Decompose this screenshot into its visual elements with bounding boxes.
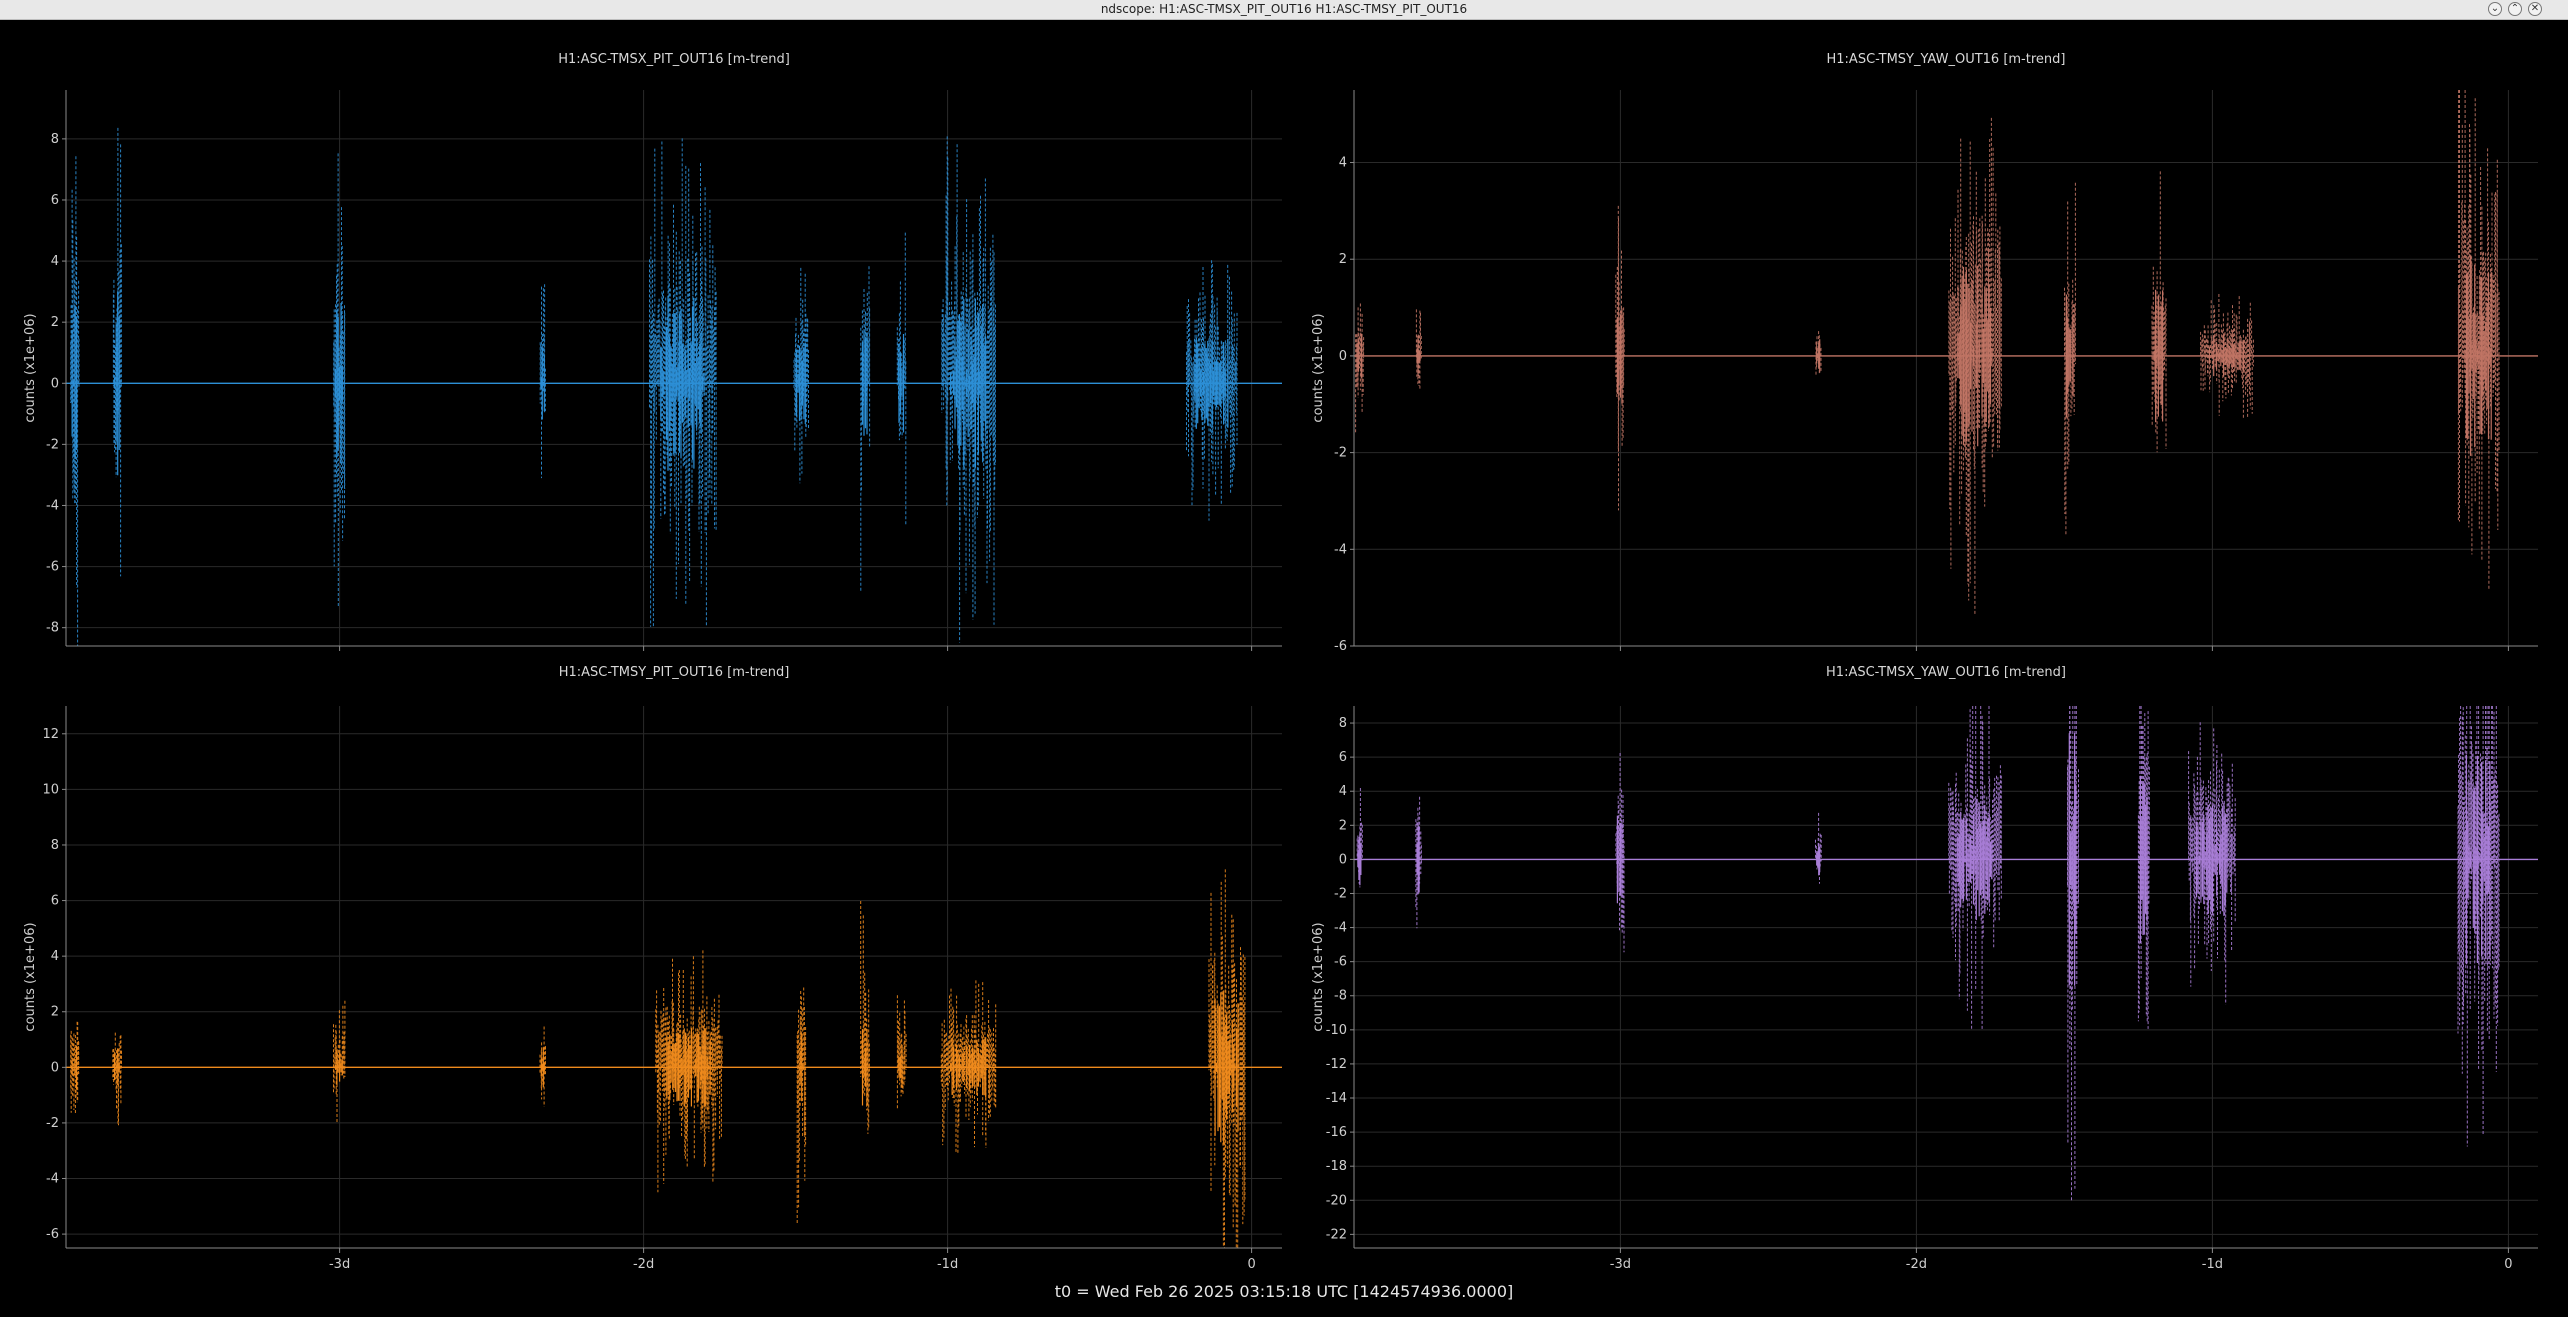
y-tick-label: 4 bbox=[51, 254, 59, 269]
x-tick-label: -2d bbox=[633, 1257, 654, 1272]
y-tick-label: -4 bbox=[1334, 921, 1347, 936]
plot-tmsx-pit[interactable]: H1:ASC-TMSX_PIT_OUT16 [m-trend] -8 -6 -4 -2 0… bbox=[0, 45, 1300, 655]
trace-group bbox=[66, 127, 1282, 646]
series-burst-4 bbox=[1948, 117, 2002, 615]
x-tick-label: -2d bbox=[1906, 1257, 1927, 1272]
series-burst-5 bbox=[796, 987, 807, 1224]
x-tick-label: -3d bbox=[1610, 1257, 1631, 1272]
y-tick-label: 2 bbox=[1339, 818, 1347, 833]
y-axis-label: counts (x1e+06) bbox=[23, 313, 38, 422]
plot-title: H1:ASC-TMSX_YAW_OUT16 [m-trend] bbox=[1826, 665, 2066, 680]
x-tick-label: 0 bbox=[2504, 1257, 2512, 1272]
series-core-6 bbox=[2153, 289, 2164, 422]
x-tick-label: -3d bbox=[329, 1257, 350, 1272]
plot-tmsy-yaw[interactable]: H1:ASC-TMSY_YAW_OUT16 [m-trend] -6 -4 -2 0 2 4… bbox=[1300, 45, 2568, 655]
y-tick-label: -22 bbox=[1326, 1227, 1347, 1242]
y-tick-label: -4 bbox=[46, 1172, 59, 1187]
y-tick-label: -20 bbox=[1326, 1193, 1347, 1208]
trace-group bbox=[1354, 90, 2538, 615]
y-tick-label: -2 bbox=[1334, 886, 1347, 901]
y-tick-label: 6 bbox=[51, 894, 59, 909]
y-tick-label: -16 bbox=[1326, 1125, 1347, 1140]
x-tick-label: 0 bbox=[1247, 1257, 1255, 1272]
y-tick-label: -2 bbox=[46, 1116, 59, 1131]
trace-group bbox=[66, 869, 1282, 1248]
y-tick-label: -2 bbox=[46, 437, 59, 452]
plot-title: H1:ASC-TMSY_YAW_OUT16 [m-trend] bbox=[1827, 52, 2066, 67]
series-burst-6 bbox=[860, 266, 871, 592]
y-tick-label: 12 bbox=[42, 727, 59, 742]
y-axis-label: counts (x1e+06) bbox=[1311, 922, 1326, 1031]
plot-tmsy-pit[interactable]: H1:ASC-TMSY_PIT_OUT16 [m-trend] -6 -4 -2 0 2 4… bbox=[0, 658, 1300, 1278]
plot-title: H1:ASC-TMSY_PIT_OUT16 [m-trend] bbox=[559, 665, 790, 680]
series-burst-8 bbox=[2457, 90, 2500, 591]
minimize-icon[interactable]: ⌄ bbox=[2488, 2, 2502, 16]
y-tick-label: -12 bbox=[1326, 1057, 1347, 1072]
y-tick-label: -6 bbox=[46, 560, 59, 575]
y-tick-label: -10 bbox=[1326, 1023, 1347, 1038]
series-core-3 bbox=[1816, 843, 1821, 876]
y-tick-label: -4 bbox=[46, 498, 59, 513]
y-tick-label: 0 bbox=[1339, 349, 1347, 364]
y-tick-label: -6 bbox=[46, 1227, 59, 1242]
y-tick-label: 6 bbox=[51, 193, 59, 208]
y-tick-label: 0 bbox=[51, 1060, 59, 1075]
y-tick-label: -6 bbox=[1334, 639, 1347, 654]
y-tick-label: 4 bbox=[1339, 156, 1347, 171]
y-tick-label: 8 bbox=[1339, 716, 1347, 731]
y-tick-label: 4 bbox=[1339, 784, 1347, 799]
y-tick-label: 6 bbox=[1339, 750, 1347, 765]
series-core-4 bbox=[1957, 265, 1993, 447]
y-tick-label: -6 bbox=[1334, 955, 1347, 970]
y-axis-label: counts (x1e+06) bbox=[1311, 313, 1326, 422]
plot-area[interactable]: H1:ASC-TMSX_PIT_OUT16 [m-trend] -8 -6 -4 -2 0… bbox=[0, 20, 2568, 1317]
y-tick-label: 4 bbox=[51, 949, 59, 964]
y-tick-label: 10 bbox=[42, 782, 59, 797]
series-core-0 bbox=[1357, 833, 1362, 886]
series-core-1 bbox=[1416, 824, 1421, 895]
close-icon[interactable]: ✕ bbox=[2528, 2, 2542, 16]
y-tick-label: -18 bbox=[1326, 1159, 1347, 1174]
y-tick-label: 2 bbox=[51, 315, 59, 330]
y-axis-label: counts (x1e+06) bbox=[23, 922, 38, 1031]
y-tick-label: 2 bbox=[51, 1005, 59, 1020]
y-tick-label: 0 bbox=[1339, 852, 1347, 867]
maximize-icon[interactable]: ⌃ bbox=[2508, 2, 2522, 16]
window-title: ndscope: H1:ASC-TMSX_PIT_OUT16 H1:ASC-TM… bbox=[1100, 2, 1468, 16]
plot-tmsx-yaw[interactable]: H1:ASC-TMSX_YAW_OUT16 [m-trend]-22-20-18… bbox=[1300, 658, 2568, 1278]
series-burst-8 bbox=[2457, 706, 2500, 1147]
t0-label: t0 = Wed Feb 26 2025 03:15:18 UTC [14245… bbox=[1054, 1282, 1514, 1301]
x-tick-label: -1d bbox=[2202, 1257, 2223, 1272]
series-core-3 bbox=[540, 347, 545, 420]
x-tick-label: -1d bbox=[937, 1257, 958, 1272]
y-tick-label: -8 bbox=[46, 621, 59, 636]
y-tick-label: -2 bbox=[1334, 446, 1347, 461]
y-tick-label: -8 bbox=[1334, 989, 1347, 1004]
y-tick-label: -14 bbox=[1326, 1091, 1347, 1106]
series-core-3 bbox=[1816, 339, 1821, 373]
y-tick-label: 0 bbox=[51, 376, 59, 391]
plot-title: H1:ASC-TMSX_PIT_OUT16 [m-trend] bbox=[558, 52, 790, 67]
window-titlebar[interactable]: ndscope: H1:ASC-TMSX_PIT_OUT16 H1:ASC-TM… bbox=[0, 0, 2568, 20]
y-tick-label: -4 bbox=[1334, 542, 1347, 557]
y-tick-label: 2 bbox=[1339, 252, 1347, 267]
y-tick-label: 8 bbox=[51, 838, 59, 853]
trace-group bbox=[1354, 706, 2538, 1201]
y-tick-label: 8 bbox=[51, 132, 59, 147]
